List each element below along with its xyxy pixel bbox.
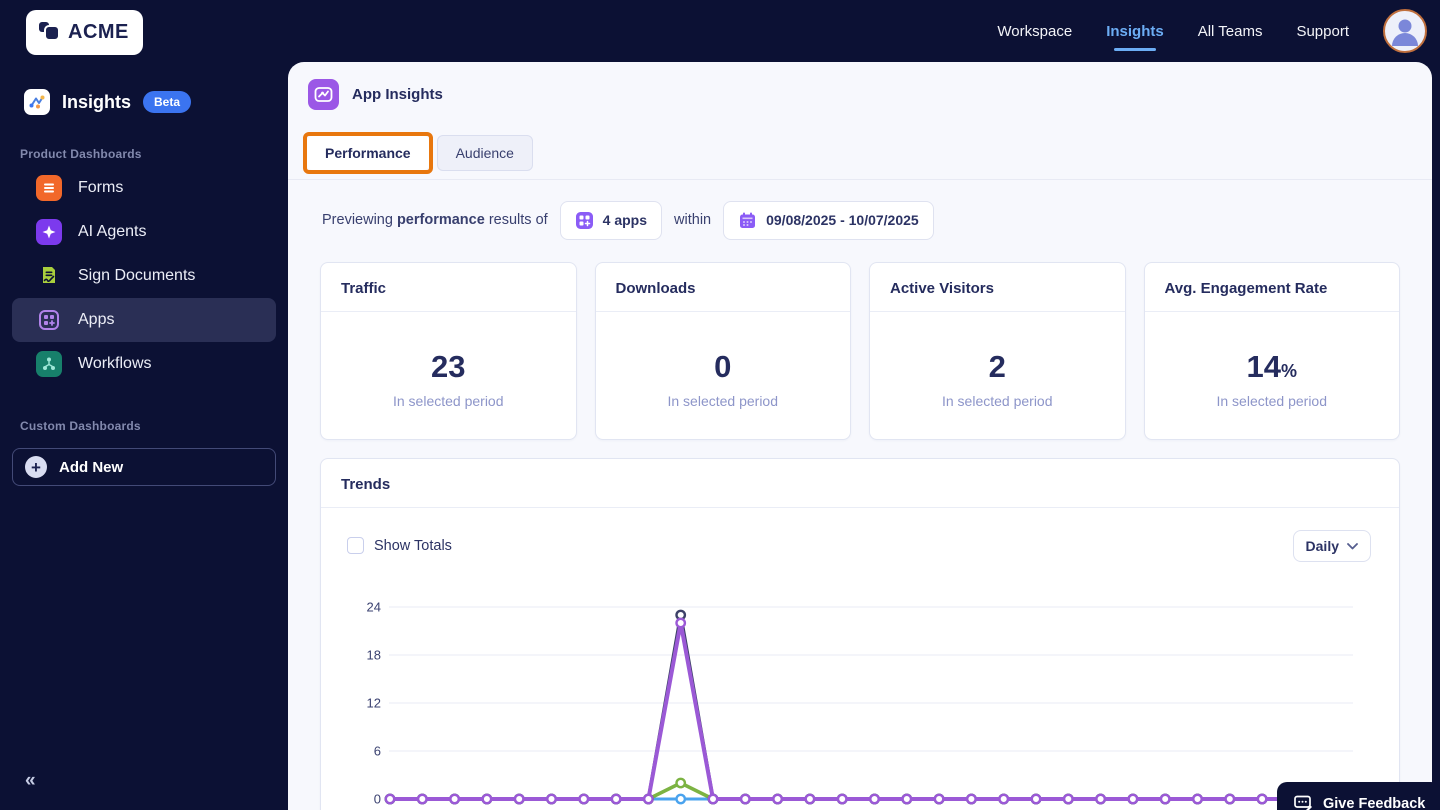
sidebar-item-apps[interactable]: Apps xyxy=(12,298,276,342)
metric-value: 23 xyxy=(431,349,466,384)
sidebar: ACME Insights Beta Product Dashboards Fo… xyxy=(0,0,288,810)
show-totals-control: Show Totals xyxy=(347,537,452,554)
svg-text:18: 18 xyxy=(367,648,381,663)
metric-title: Active Visitors xyxy=(870,263,1125,312)
show-totals-label: Show Totals xyxy=(374,537,452,554)
filter-bar: Previewing performance results of 4 apps… xyxy=(322,200,934,240)
sidebar-nav: Forms AI Agents Sign Documents Apps Work… xyxy=(0,166,288,386)
metric-caption: In selected period xyxy=(941,393,1053,409)
filter-text: Previewing performance results of xyxy=(322,212,548,228)
metric-value: 14% xyxy=(1246,349,1298,384)
logo-text: ACME xyxy=(68,21,129,43)
trends-title: Trends xyxy=(321,459,1399,508)
page-header: App Insights xyxy=(308,79,443,110)
beta-badge: Beta xyxy=(143,91,192,113)
sidebar-item-ai-agents[interactable]: AI Agents xyxy=(12,210,276,254)
sidebar-item-label: Sign Documents xyxy=(78,267,196,284)
chevron-down-icon xyxy=(1347,542,1358,549)
top-navigation: Workspace Insights All Teams Support xyxy=(997,0,1427,62)
main-panel: App Insights Performance Audience Previe… xyxy=(288,62,1432,810)
give-feedback-label: Give Feedback xyxy=(1323,795,1426,810)
sidebar-product-header: Insights Beta xyxy=(24,89,192,115)
date-range-chip[interactable]: 09/08/2025 - 10/07/2025 xyxy=(723,200,934,240)
forms-icon xyxy=(36,175,62,201)
metric-cards: Traffic 23 In selected period Downloads … xyxy=(320,262,1400,440)
add-new-label: Add New xyxy=(59,458,124,476)
insights-icon xyxy=(24,89,50,115)
sidebar-item-label: Apps xyxy=(78,311,115,328)
metric-value: 2 xyxy=(988,349,1006,384)
product-name: Insights xyxy=(62,91,132,112)
metric-caption: In selected period xyxy=(1216,393,1328,409)
collapse-sidebar-icon[interactable]: « xyxy=(25,770,36,792)
sidebar-item-forms[interactable]: Forms xyxy=(12,166,276,210)
give-feedback-button[interactable]: Give Feedback xyxy=(1277,782,1440,810)
metric-card-engagement-rate: Avg. Engagement Rate 14% In selected per… xyxy=(1143,262,1400,440)
feedback-chat-pencil-icon xyxy=(1294,795,1312,810)
svg-text:24: 24 xyxy=(367,600,381,615)
workflows-icon xyxy=(36,351,62,377)
plus-icon: + xyxy=(25,456,47,478)
acme-logo-icon xyxy=(36,17,62,48)
sidebar-item-label: AI Agents xyxy=(78,223,147,240)
metric-title: Downloads xyxy=(595,263,850,312)
svg-text:12: 12 xyxy=(367,696,381,711)
metric-caption: In selected period xyxy=(392,393,504,409)
acme-logo[interactable]: ACME xyxy=(26,10,143,55)
granularity-value: Daily xyxy=(1305,538,1339,554)
tab-audience[interactable]: Audience xyxy=(436,135,533,171)
filter-connector: within xyxy=(674,212,712,228)
trends-card: Trends Show Totals Daily 24 18 12 6 0 xyxy=(320,458,1400,810)
metric-title: Traffic xyxy=(321,263,576,312)
nav-support[interactable]: Support xyxy=(1296,3,1349,60)
tab-performance[interactable]: Performance xyxy=(307,136,429,170)
nav-insights[interactable]: Insights xyxy=(1106,3,1164,60)
user-avatar[interactable] xyxy=(1383,9,1427,53)
apps-icon xyxy=(36,307,62,333)
granularity-select[interactable]: Daily xyxy=(1292,530,1371,562)
nav-all-teams[interactable]: All Teams xyxy=(1198,3,1263,60)
metric-card-active-visitors: Active Visitors 2 In selected period xyxy=(869,262,1126,440)
apps-count-label: 4 apps xyxy=(602,212,648,228)
metric-card-traffic: Traffic 23 In selected period xyxy=(320,262,577,440)
svg-text:0: 0 xyxy=(374,792,381,807)
sidebar-item-workflows[interactable]: Workflows xyxy=(12,342,276,386)
metric-card-downloads: Downloads 0 In selected period xyxy=(594,262,851,440)
sign-documents-icon xyxy=(36,263,62,289)
sidebar-item-label: Workflows xyxy=(78,355,152,372)
divider xyxy=(288,179,1432,180)
trends-chart: 24 18 12 6 0 xyxy=(341,599,1381,810)
sidebar-item-label: Forms xyxy=(78,179,124,196)
ai-agents-icon xyxy=(36,219,62,245)
section-custom-dashboards: Custom Dashboards xyxy=(20,419,141,433)
apps-grid-icon xyxy=(575,211,593,229)
calendar-icon xyxy=(740,212,756,228)
date-range-label: 09/08/2025 - 10/07/2025 xyxy=(766,212,919,228)
sidebar-item-sign-documents[interactable]: Sign Documents xyxy=(12,254,276,298)
svg-text:6: 6 xyxy=(374,744,381,759)
section-product-dashboards: Product Dashboards xyxy=(20,147,142,161)
page-title: App Insights xyxy=(352,86,443,103)
add-new-button[interactable]: + Add New xyxy=(12,448,276,486)
tabs: Performance Audience xyxy=(303,132,533,174)
app-insights-icon xyxy=(308,79,339,110)
show-totals-checkbox[interactable] xyxy=(347,537,364,554)
person-icon xyxy=(1392,19,1418,46)
trends-chart-svg: 24 18 12 6 0 xyxy=(367,600,1365,807)
apps-selector-chip[interactable]: 4 apps xyxy=(559,200,663,240)
annotation-highlight-box: Performance xyxy=(303,132,433,174)
metric-title: Avg. Engagement Rate xyxy=(1144,263,1399,312)
metric-caption: In selected period xyxy=(667,393,779,409)
metric-value: 0 xyxy=(714,349,732,384)
nav-workspace[interactable]: Workspace xyxy=(997,3,1072,60)
